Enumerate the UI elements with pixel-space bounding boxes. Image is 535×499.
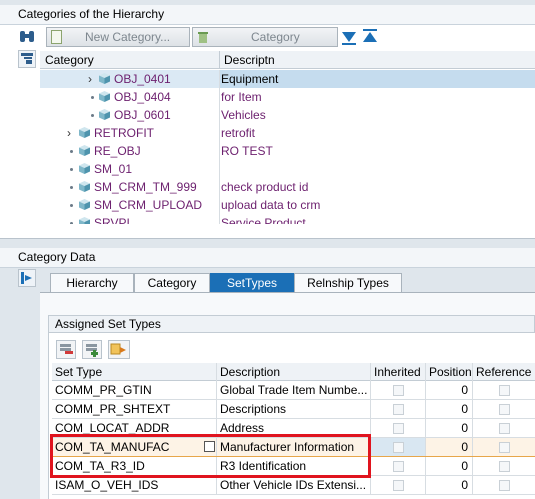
reference-checkbox[interactable]	[499, 480, 510, 491]
tree-row[interactable]: SM_CRM_TM_999 check product id	[40, 178, 535, 196]
delete-category-button[interactable]: Category	[192, 27, 338, 47]
filter-icon[interactable]	[18, 50, 36, 68]
tree-row[interactable]: › OBJ_0401 Equipment	[40, 70, 535, 88]
category-cube-icon	[79, 181, 90, 192]
table-row[interactable]: COMM_PR_SHTEXT Descriptions 0	[52, 400, 535, 419]
tab-settypes[interactable]: SetTypes	[210, 273, 294, 292]
tab-category[interactable]: Category	[134, 273, 210, 292]
reference-checkbox[interactable]	[499, 404, 510, 415]
tab-relnship-types[interactable]: Relnship Types	[294, 273, 402, 292]
collapse-all-icon[interactable]	[361, 28, 379, 46]
new-category-button[interactable]: New Category...	[46, 27, 190, 47]
expand-all-icon[interactable]	[340, 28, 358, 46]
inherited-checkbox[interactable]	[393, 480, 404, 491]
tab-hierarchy[interactable]: Hierarchy	[50, 273, 134, 292]
delete-row-icon[interactable]	[56, 340, 76, 359]
assign-icon[interactable]	[108, 340, 130, 359]
category-cube-icon	[79, 127, 90, 138]
highlight-box	[50, 434, 371, 478]
table-row[interactable]: ISAM_O_VEH_IDS Other Vehicle IDs Extensi…	[52, 476, 535, 495]
panel-toggle-icon[interactable]	[18, 269, 36, 287]
category-cube-icon	[79, 163, 90, 174]
reference-checkbox[interactable]	[499, 423, 510, 434]
settypes-grid-header: Set Type Description Inherited Position …	[52, 363, 535, 381]
find-binoculars-icon[interactable]	[18, 28, 36, 46]
assigned-set-types-title: Assigned Set Types	[48, 315, 535, 333]
tree-row[interactable]: OBJ_0601 Vehicles	[40, 106, 535, 124]
reference-checkbox[interactable]	[499, 442, 510, 453]
reference-checkbox[interactable]	[499, 385, 510, 396]
tree-header: Category Descriptn	[40, 51, 535, 69]
category-cube-icon	[79, 145, 90, 156]
category-cube-icon	[99, 91, 110, 102]
inherited-checkbox[interactable]	[393, 461, 404, 472]
inherited-checkbox[interactable]	[393, 442, 404, 453]
tree-row[interactable]: OBJ_0404 for Item	[40, 88, 535, 106]
reference-checkbox[interactable]	[499, 461, 510, 472]
expand-arrow-icon[interactable]: ›	[88, 70, 92, 88]
inherited-checkbox[interactable]	[393, 385, 404, 396]
category-cube-icon	[79, 199, 90, 210]
category-cube-icon	[79, 217, 90, 224]
new-document-icon	[51, 30, 62, 44]
table-row[interactable]: COMM_PR_GTIN Global Trade Item Numbe... …	[52, 381, 535, 400]
tree-row[interactable]: RE_OBJ RO TEST	[40, 142, 535, 160]
insert-row-icon[interactable]	[82, 340, 102, 359]
tree-row[interactable]: SM_01	[40, 160, 535, 178]
inherited-checkbox[interactable]	[393, 404, 404, 415]
tree-row[interactable]: SM_CRM_UPLOAD upload data to crm	[40, 196, 535, 214]
tree-row-partial: SRVPI Service Product	[40, 214, 535, 224]
hierarchy-panel-title: Categories of the Hierarchy	[0, 5, 535, 25]
category-cube-icon	[99, 109, 110, 120]
inherited-checkbox[interactable]	[393, 423, 404, 434]
expand-arrow-icon[interactable]: ›	[67, 124, 71, 142]
trash-icon	[197, 30, 209, 44]
category-cube-icon	[99, 73, 110, 84]
category-data-title: Category Data	[0, 248, 535, 268]
tree-row[interactable]: SRVPI Service Product	[40, 214, 535, 224]
tree-row[interactable]: › RETROFIT retrofit	[40, 124, 535, 142]
